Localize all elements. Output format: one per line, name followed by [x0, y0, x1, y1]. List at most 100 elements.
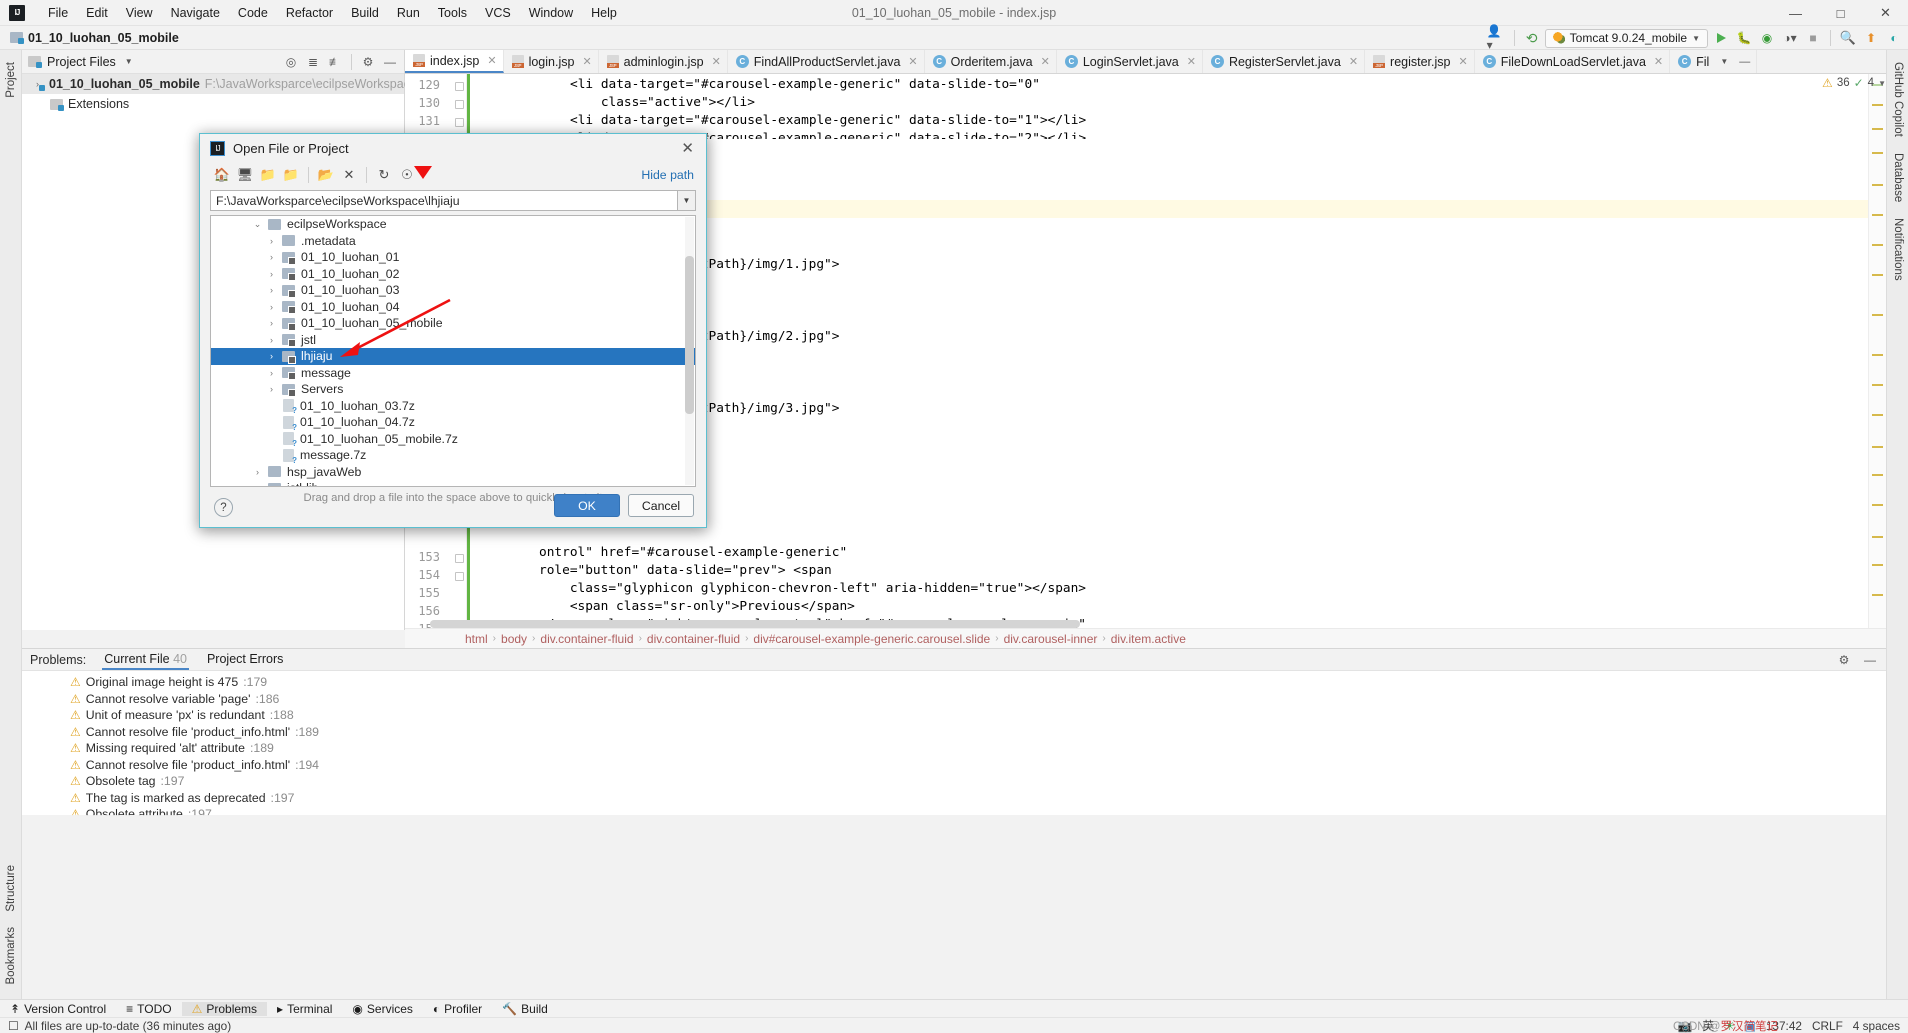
editor-minimap-scrollbar[interactable] — [1868, 74, 1886, 630]
file-tree-row[interactable]: › 01_10_luohan_01 — [211, 249, 695, 266]
locate-icon[interactable]: ◎ — [281, 52, 301, 72]
editor-tab-fil[interactable]: C Fil ▼ — — [1670, 50, 1758, 73]
file-tree-row[interactable]: › 01_10_luohan_02 — [211, 266, 695, 283]
rail-item-bookmarks[interactable]: Bookmarks — [5, 919, 17, 993]
menu-code[interactable]: Code — [229, 4, 277, 22]
run-icon[interactable] — [1711, 28, 1731, 48]
chevron-down-icon[interactable]: ▼ — [1720, 57, 1728, 66]
close-tab-icon[interactable]: ✕ — [1458, 55, 1467, 68]
expand-all-icon[interactable]: ≣ — [303, 52, 323, 72]
menu-window[interactable]: Window — [520, 4, 582, 22]
menu-file[interactable]: File — [39, 4, 77, 22]
editor-tab-register-jsp[interactable]: register.jsp ✕ — [1365, 50, 1475, 73]
editor-tab-index-jsp[interactable]: index.jsp ✕ — [405, 50, 504, 73]
close-tab-icon[interactable]: ✕ — [487, 54, 496, 67]
dialog-file-tree[interactable]: ⌄ ecilpseWorkspace › .metadata › 01_10_l… — [210, 215, 696, 487]
editor-tab-registerservlet-java[interactable]: C RegisterServlet.java ✕ — [1203, 50, 1366, 73]
menu-help[interactable]: Help — [582, 4, 626, 22]
file-tree-row[interactable]: › 01_10_luohan_05_mobile — [211, 315, 695, 332]
home-icon[interactable]: 🏠 — [212, 165, 232, 185]
hide-panel-icon[interactable]: — — [380, 52, 400, 72]
close-button[interactable]: ✕ — [1863, 0, 1908, 26]
menu-run[interactable]: Run — [388, 4, 429, 22]
menu-tools[interactable]: Tools — [429, 4, 476, 22]
code-fold-icon[interactable] — [455, 82, 464, 91]
breadcrumb-project[interactable]: 01_10_luohan_05_mobile — [10, 31, 179, 45]
delete-icon[interactable]: ✕ — [339, 165, 359, 185]
chevron-right-icon[interactable]: › — [253, 483, 262, 486]
rail-item-structure[interactable]: Structure — [5, 857, 17, 920]
editor-tab-findallproductservlet-java[interactable]: C FindAllProductServlet.java ✕ — [728, 50, 925, 73]
cancel-button[interactable]: Cancel — [628, 494, 694, 517]
menu-vcs[interactable]: VCS — [476, 4, 520, 22]
breadcrumb-item[interactable]: html — [465, 632, 488, 646]
problem-row[interactable]: ⚠ Obsolete attribute:197 — [22, 806, 1886, 815]
file-tree-row[interactable]: › jstl-lib — [211, 480, 695, 486]
project-tree-row[interactable]: Extensions — [22, 94, 404, 114]
tool-window-build[interactable]: 🔨 Build — [492, 1002, 558, 1016]
new-folder-icon[interactable]: 📂 — [316, 165, 336, 185]
chevron-down-icon[interactable]: ▼ — [677, 191, 695, 210]
dialog-tree-scrollbar-thumb[interactable] — [685, 256, 694, 414]
file-tree-row-selected[interactable]: › lhjiaju — [211, 348, 695, 365]
tool-window-services[interactable]: ◉ Services — [342, 1002, 423, 1016]
code-fold-icon[interactable] — [455, 572, 464, 581]
breadcrumb-item[interactable]: div.container-fluid — [540, 632, 633, 646]
close-tab-icon[interactable]: ✕ — [712, 55, 721, 68]
chevron-right-icon[interactable]: › — [267, 351, 276, 361]
inspection-widget[interactable]: ⚠ 36 ✓ 4 ▼ — [1822, 76, 1886, 90]
file-tree-row[interactable]: 01_10_luohan_04.7z — [211, 414, 695, 432]
close-tab-icon[interactable]: ✕ — [908, 55, 917, 68]
chevron-right-icon[interactable]: › — [267, 318, 276, 328]
file-tree-row[interactable]: › Servers — [211, 381, 695, 398]
problem-row[interactable]: ⚠ The tag is marked as deprecated:197 — [22, 790, 1886, 807]
file-tree-row[interactable]: 01_10_luohan_05_mobile.7z — [211, 431, 695, 448]
update-icon[interactable]: ⬆ — [1861, 28, 1881, 48]
code-fold-icon[interactable] — [455, 554, 464, 563]
project-tree-row[interactable]: › 01_10_luohan_05_mobile F:\JavaWorkspar… — [22, 74, 472, 94]
file-tree-row[interactable]: › message — [211, 365, 695, 382]
rail-item-database[interactable]: Database — [1892, 145, 1904, 210]
chevron-right-icon[interactable]: › — [253, 467, 262, 477]
chevron-right-icon[interactable]: › — [267, 236, 276, 246]
problem-row[interactable]: ⚠ Unit of measure 'px' is redundant:188 — [22, 707, 1886, 724]
chevron-right-icon[interactable]: › — [267, 335, 276, 345]
hide-path-link[interactable]: Hide path — [641, 168, 694, 182]
breadcrumb-item[interactable]: div.item.active — [1111, 632, 1186, 646]
tool-window-profiler[interactable]: ◐ Profiler — [423, 1002, 492, 1016]
tool-window-todo[interactable]: ≡ TODO — [116, 1002, 181, 1016]
search-icon[interactable]: 🔍 — [1838, 28, 1858, 48]
file-tree-row[interactable]: message.7z — [211, 447, 695, 465]
file-tree-row[interactable]: › .metadata — [211, 233, 695, 250]
chevron-right-icon[interactable]: › — [267, 302, 276, 312]
menu-build[interactable]: Build — [342, 4, 388, 22]
vcs-update-icon[interactable]: ⟲ — [1522, 28, 1542, 48]
project-dir-icon[interactable]: 📁 — [258, 165, 278, 185]
file-tree-row[interactable]: 01_10_luohan_03.7z — [211, 398, 695, 415]
refresh-icon[interactable]: ↻ — [374, 165, 394, 185]
chevron-right-icon[interactable]: › — [267, 269, 276, 279]
path-input[interactable]: F:\JavaWorksparce\ecilpseWorkspace\lhjia… — [216, 194, 460, 208]
problem-row[interactable]: ⚠ Original image height is 475:179 — [22, 674, 1886, 691]
dialog-close-icon[interactable]: ✕ — [675, 139, 700, 157]
problem-row[interactable]: ⚠ Cannot resolve file 'product_info.html'… — [22, 724, 1886, 741]
problem-row[interactable]: ⚠ Cannot resolve file 'product_info.html'… — [22, 757, 1886, 774]
file-tree-row[interactable]: › hsp_javaWeb — [211, 464, 695, 481]
chevron-down-icon[interactable]: ▼ — [1878, 79, 1886, 88]
tool-window-problems[interactable]: ⚠ Problems — [181, 1001, 268, 1016]
close-tab-icon[interactable]: ✕ — [1041, 55, 1050, 68]
rail-item-notifications[interactable]: Notifications — [1892, 210, 1904, 289]
profile-icon[interactable]: ◑▾ — [1780, 28, 1800, 48]
editor-tab-orderitem-java[interactable]: C Orderitem.java ✕ — [925, 50, 1057, 73]
close-tab-icon[interactable]: ✕ — [1654, 55, 1663, 68]
maximize-button[interactable]: □ — [1818, 0, 1863, 26]
ok-button[interactable]: OK — [554, 494, 620, 517]
editor-horizontal-scrollbar[interactable] — [430, 620, 1080, 628]
stop-icon[interactable]: ■ — [1803, 28, 1823, 48]
rail-item-github-copilot[interactable]: GitHub Copilot — [1892, 54, 1904, 145]
tool-window-terminal[interactable]: ▸ Terminal — [267, 1002, 342, 1016]
editor-tab-filedownloadservlet-java[interactable]: C FileDownLoadServlet.java ✕ — [1475, 50, 1671, 73]
help-button[interactable]: ? — [214, 498, 233, 517]
module-dir-icon[interactable]: 📁 — [281, 165, 301, 185]
menu-view[interactable]: View — [117, 4, 162, 22]
